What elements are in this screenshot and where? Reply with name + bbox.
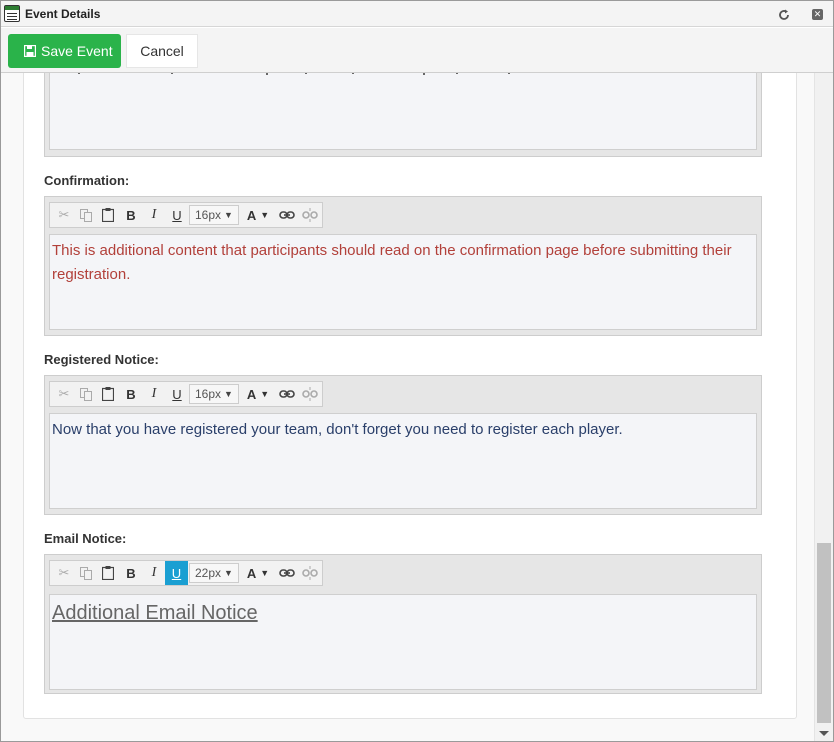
bold-button[interactable]: B bbox=[122, 561, 140, 585]
italic-button[interactable]: I bbox=[145, 382, 163, 406]
registered-notice-content[interactable]: Now that you have registered your team, … bbox=[49, 413, 757, 509]
unlink-icon[interactable] bbox=[299, 203, 321, 227]
cut-icon[interactable]: ✂ bbox=[54, 203, 74, 227]
font-size-select[interactable]: 16px ▼ bbox=[189, 384, 239, 404]
title-bar: Event Details ✕ bbox=[1, 1, 833, 27]
registered-notice-editor: ✂ B I U 16px ▼ A ▼ Now that you have reg… bbox=[44, 375, 762, 515]
window-title: Event Details bbox=[25, 7, 101, 21]
registered-notice-label: Registered Notice: bbox=[44, 352, 159, 367]
email-notice-content[interactable]: Additional Email Notice bbox=[49, 594, 757, 690]
cut-icon[interactable]: ✂ bbox=[54, 561, 74, 585]
font-size-value: 16px bbox=[195, 387, 222, 401]
unlink-icon[interactable] bbox=[299, 561, 321, 585]
italic-button[interactable]: I bbox=[145, 203, 163, 227]
registered-notice-editor-toolbar: ✂ B I U 16px ▼ A ▼ bbox=[49, 381, 323, 407]
font-color-button[interactable]: A ▼ bbox=[242, 203, 274, 227]
save-event-button[interactable]: Save Event bbox=[8, 34, 121, 68]
previous-editor-area[interactable] bbox=[49, 73, 757, 150]
font-size-value: 22px bbox=[195, 566, 222, 580]
paste-icon[interactable] bbox=[98, 561, 118, 585]
refresh-icon[interactable] bbox=[778, 9, 790, 21]
email-notice-label: Email Notice: bbox=[44, 531, 127, 546]
email-notice-editor-toolbar: ✂ B I U 22px ▼ A ▼ bbox=[49, 560, 323, 586]
email-notice-editor: ✂ B I U 22px ▼ A ▼ Additional Email Noti… bbox=[44, 554, 762, 694]
event-details-window: Event Details ✕ Save Event Cancel Confir… bbox=[0, 0, 834, 742]
copy-icon[interactable] bbox=[76, 382, 96, 406]
paste-icon[interactable] bbox=[98, 382, 118, 406]
underline-button-active[interactable]: U bbox=[165, 561, 188, 585]
link-icon[interactable] bbox=[276, 561, 298, 585]
copy-icon[interactable] bbox=[76, 203, 96, 227]
underline-button[interactable]: U bbox=[167, 203, 187, 227]
unlink-icon[interactable] bbox=[299, 382, 321, 406]
confirmation-editor: ✂ B I U 16px ▼ A ▼ This is additional co… bbox=[44, 196, 762, 336]
underline-button[interactable]: U bbox=[167, 382, 187, 406]
font-size-value: 16px bbox=[195, 208, 222, 222]
paste-icon[interactable] bbox=[98, 203, 118, 227]
editor-previous bbox=[44, 73, 762, 157]
font-color-button[interactable]: A ▼ bbox=[242, 561, 274, 585]
action-toolbar: Save Event Cancel bbox=[1, 28, 833, 73]
bold-button[interactable]: B bbox=[122, 382, 140, 406]
confirmation-content[interactable]: This is additional content that particip… bbox=[49, 234, 757, 330]
scroll-thumb[interactable] bbox=[817, 543, 831, 723]
cut-icon[interactable]: ✂ bbox=[54, 382, 74, 406]
link-icon[interactable] bbox=[276, 203, 298, 227]
font-color-button[interactable]: A ▼ bbox=[242, 382, 274, 406]
vertical-scrollbar[interactable] bbox=[814, 28, 833, 741]
scroll-down-arrow-icon[interactable] bbox=[819, 731, 829, 736]
font-size-select[interactable]: 22px ▼ bbox=[189, 563, 239, 583]
clipped-text-descenders bbox=[78, 73, 510, 75]
confirmation-label: Confirmation: bbox=[44, 173, 130, 188]
save-icon bbox=[24, 45, 36, 57]
confirmation-editor-toolbar: ✂ B I U 16px ▼ A ▼ bbox=[49, 202, 323, 228]
form-content: Confirmation: ✂ B I U 16px ▼ A ▼ This is… bbox=[1, 73, 814, 741]
form-icon bbox=[4, 5, 20, 22]
save-event-label: Save Event bbox=[41, 43, 113, 59]
link-icon[interactable] bbox=[276, 382, 298, 406]
cancel-button[interactable]: Cancel bbox=[126, 34, 198, 68]
bold-button[interactable]: B bbox=[122, 203, 140, 227]
close-icon[interactable]: ✕ bbox=[812, 9, 823, 20]
font-size-select[interactable]: 16px ▼ bbox=[189, 205, 239, 225]
italic-button[interactable]: I bbox=[145, 561, 163, 585]
copy-icon[interactable] bbox=[76, 561, 96, 585]
